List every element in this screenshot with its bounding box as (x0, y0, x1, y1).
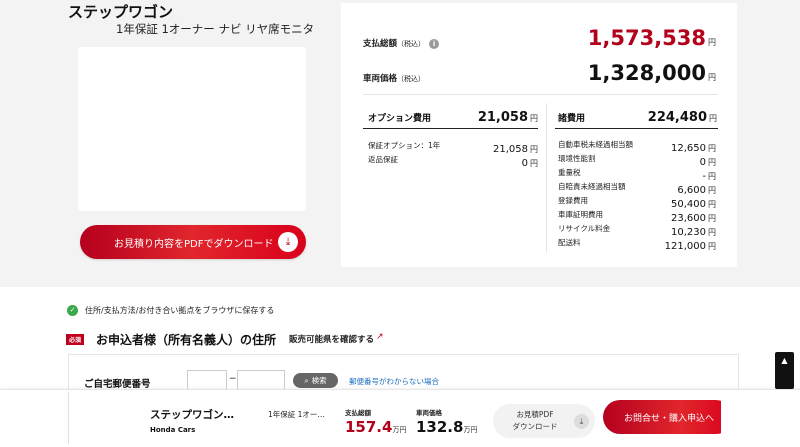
fee-row-yen: 円 (708, 242, 716, 251)
car-price-tax: （税込） (397, 75, 426, 83)
bar-car-value: 132.8 (416, 418, 464, 436)
total-price-yen: 円 (708, 38, 716, 47)
total-price-value: 1,573,538 (587, 26, 706, 50)
options-divider (363, 128, 538, 129)
fees-total: 224,480 円 (648, 106, 717, 125)
option-row-label: 保証オプション：1年 (368, 141, 441, 150)
bar-total: 157.4万円 (345, 417, 406, 436)
total-price: 1,573,538 円 (588, 26, 716, 50)
contact-purchase-button[interactable]: お問合せ・購入申込へ (603, 400, 733, 434)
options-total: 21,058 円 (478, 106, 538, 125)
zip-search-button[interactable]: ⌕ 検索 (293, 373, 338, 388)
save-to-browser-label[interactable]: 住所/支払方法/お付き合い拠点をブラウザに保存する (85, 305, 274, 316)
scroll-top-button[interactable]: ▲ (775, 352, 794, 389)
fees-total-value: 224,480 (647, 110, 707, 125)
fee-row-label: 重量税 (558, 168, 581, 177)
contact-purchase-label: お問合せ・購入申込へ (624, 413, 715, 424)
total-price-tax: （税込） (397, 40, 426, 48)
zip-code-separator: − (229, 374, 237, 384)
option-row-label: 返品保証 (368, 155, 398, 164)
fee-row-label: 環境性能割 (558, 154, 596, 163)
pdf-download-label: お見積り内容をPDFでダウンロード (114, 238, 274, 250)
column-divider (546, 103, 547, 253)
vehicle-title: ステップワゴン (68, 3, 174, 21)
info-icon[interactable]: i (429, 38, 440, 49)
bar-total-label: 支払総額 (345, 409, 371, 417)
fee-row-value: 121,000 円 (665, 234, 716, 253)
bar-vehicle-name: ステップワゴン… (150, 409, 234, 421)
options-total-value: 21,058 (477, 110, 528, 125)
car-price-yen: 円 (708, 73, 716, 82)
car-price-label: 車両価格（税込） (363, 72, 425, 84)
check-circle-icon[interactable]: ✓ (67, 305, 78, 316)
option-row-yen: 円 (530, 159, 538, 168)
download-icon: ⤓ (278, 232, 298, 252)
chevron-up-icon: ▲ (781, 356, 788, 365)
fee-row-label: 車庫証明費用 (558, 210, 603, 219)
fee-row-label: 登録費用 (558, 196, 588, 205)
option-row-value: 0円 (522, 151, 538, 170)
bar-pdf-line1: お見積PDF (516, 410, 554, 419)
fee-row-label: 自動車税未経過相当額 (558, 140, 633, 149)
pdf-download-button[interactable]: お見積り内容をPDFでダウンロード ⤓ (80, 225, 306, 259)
car-price: 1,328,000 円 (588, 61, 716, 85)
bar-car: 132.8万円 (416, 417, 477, 436)
search-icon: ⌕ (304, 375, 309, 385)
zip-code-label: ご自宅郵便番号 (84, 379, 151, 390)
options-total-yen: 円 (530, 114, 538, 123)
download-icon: ⤓ (574, 414, 589, 429)
bar-vehicle-grade: 1年保証 1オー… (268, 410, 325, 419)
bar-pdf-line2: ダウンロード (512, 422, 558, 431)
required-badge: 必須 (66, 334, 85, 345)
bar-car-unit: 万円 (463, 426, 478, 434)
car-price-value: 1,328,000 (587, 61, 706, 85)
total-price-label: 支払総額（税込） i (363, 37, 440, 49)
fee-row-label: リサイクル料金 (558, 224, 611, 233)
option-row-amount: 0 (521, 158, 528, 169)
zip-search-label: 検索 (311, 376, 327, 385)
bar-car-label: 車両価格 (416, 409, 442, 417)
vehicle-image (78, 47, 306, 211)
external-link-icon[interactable]: ↗ (376, 332, 384, 342)
bar-dealer-name: Honda Cars (150, 426, 196, 434)
fees-divider (555, 128, 718, 129)
car-price-label-text: 車両価格 (363, 74, 398, 84)
bar-total-unit: 万円 (392, 426, 407, 434)
address-form-box (68, 354, 739, 394)
fees-title: 諸費用 (558, 114, 586, 124)
address-section-title: お申込者様（所有名義人）の住所 (96, 333, 277, 347)
fees-total-yen: 円 (709, 114, 717, 123)
options-title: オプション費用 (368, 114, 432, 124)
overlay-panel (721, 391, 800, 447)
divider (363, 94, 718, 95)
bar-divider (68, 392, 69, 444)
fee-row-label: 自賠責未経過相当額 (558, 182, 626, 191)
fee-row-label: 配送料 (558, 238, 581, 247)
vehicle-grade: 1年保証 1オーナー ナビ リヤ席モニタ (116, 22, 315, 36)
fee-row-amount: 121,000 (664, 241, 706, 252)
check-prefectures-link[interactable]: 販売可能県を確認する (289, 333, 374, 345)
zip-unknown-link[interactable]: 郵便番号がわからない場合 (349, 376, 439, 387)
total-price-label-text: 支払総額 (363, 39, 398, 49)
bar-total-value: 157.4 (345, 418, 393, 436)
